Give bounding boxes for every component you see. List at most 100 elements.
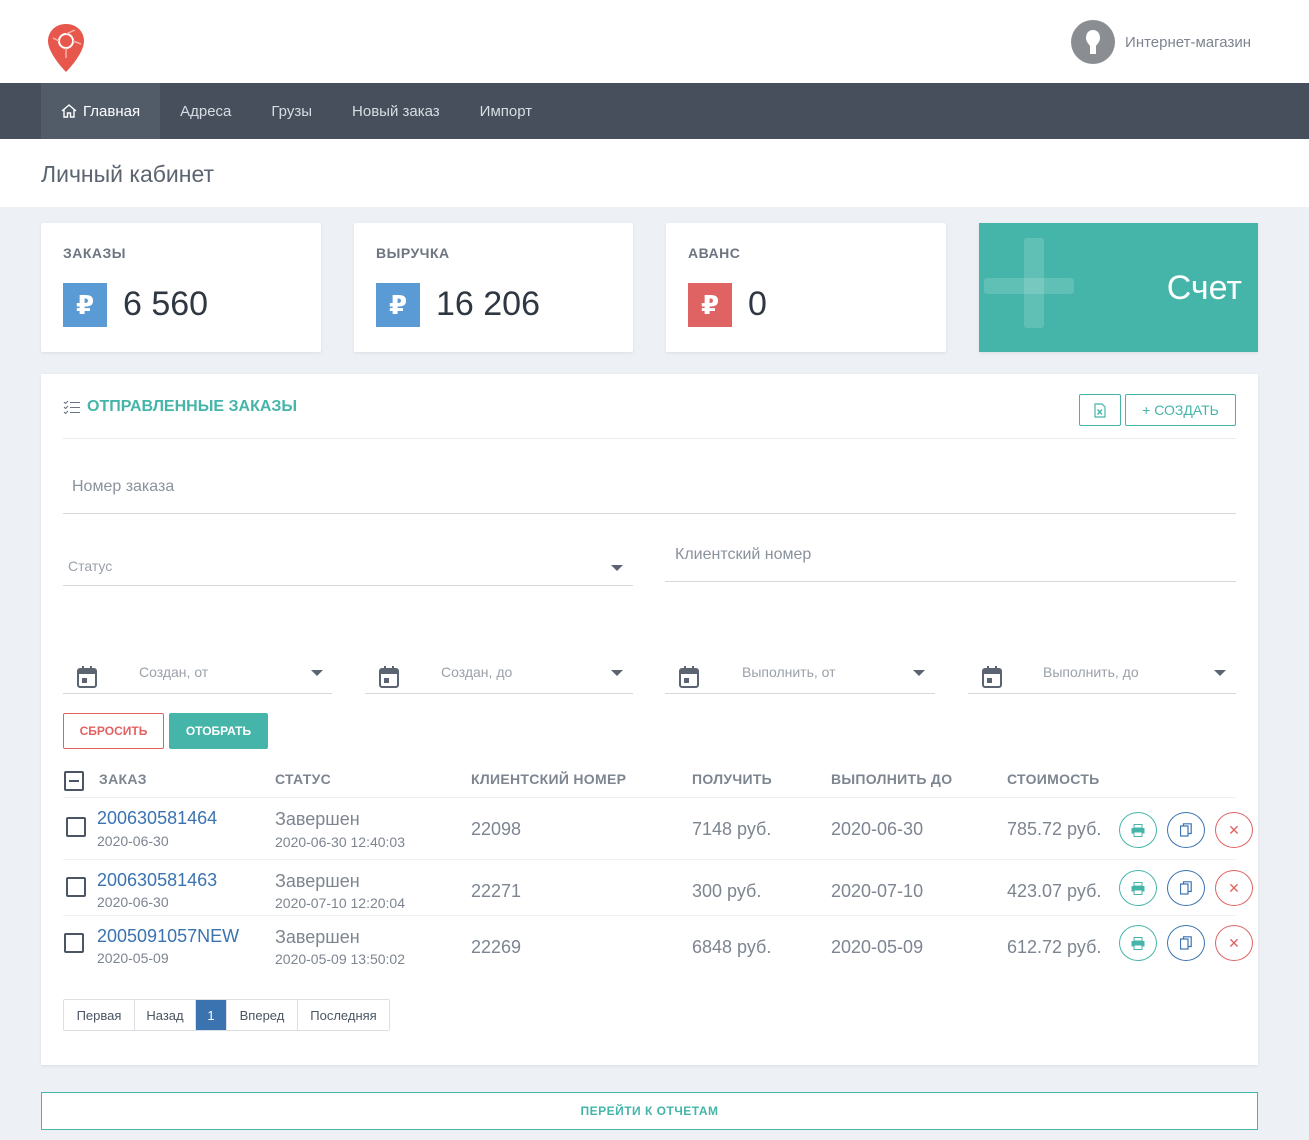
- order-link[interactable]: 200630581464: [97, 808, 217, 829]
- excel-file-icon: [1094, 402, 1106, 418]
- invoice-label: Счет: [1166, 269, 1242, 307]
- checklist-icon: [63, 400, 80, 414]
- export-excel-button[interactable]: [1079, 394, 1121, 426]
- client-number-input[interactable]: Клиентский номер: [665, 534, 1236, 582]
- delete-button[interactable]: ✕: [1215, 925, 1253, 961]
- page-prev-button[interactable]: Назад: [135, 1000, 196, 1030]
- orders-card-value: 6 560: [123, 285, 209, 323]
- order-cost: 612.72 руб.: [1007, 937, 1102, 957]
- column-header-order[interactable]: ЗАКАЗ: [99, 771, 147, 787]
- print-button[interactable]: [1119, 812, 1157, 848]
- nav-item-home[interactable]: Главная: [41, 83, 161, 139]
- revenue-card-value: 16 206: [436, 285, 540, 323]
- nav-item-import[interactable]: Импорт: [460, 83, 552, 139]
- column-header-cost[interactable]: СТОИМОСТЬ: [1007, 771, 1100, 787]
- created-from-date[interactable]: Создан, от: [63, 654, 332, 694]
- created-to-date[interactable]: Создан, до: [365, 654, 633, 694]
- delete-button[interactable]: ✕: [1215, 870, 1253, 906]
- page-last-button[interactable]: Последняя: [298, 1000, 389, 1030]
- page-first-button[interactable]: Первая: [64, 1000, 135, 1030]
- user-name[interactable]: Интернет-магазин: [1125, 34, 1251, 51]
- copy-button[interactable]: [1167, 870, 1205, 906]
- order-link[interactable]: 2005091057NEW: [97, 926, 239, 947]
- chevron-down-icon: [311, 670, 323, 676]
- page-current-button[interactable]: 1: [196, 1000, 227, 1030]
- status-select[interactable]: Статус: [63, 544, 633, 586]
- divider: [63, 438, 1236, 439]
- advance-card: АВАНС ₽ 0: [666, 223, 946, 352]
- printer-icon: [1131, 823, 1145, 837]
- order-status-time: 2020-05-09 13:50:02: [275, 951, 405, 967]
- copy-button[interactable]: [1167, 925, 1205, 961]
- divider: [63, 859, 1236, 860]
- nav-item-label: Грузы: [271, 102, 313, 120]
- receive-amount: 7148 руб.: [692, 819, 772, 839]
- due-date: 2020-05-09: [831, 937, 924, 957]
- divider: [63, 797, 1236, 798]
- column-header-client-number[interactable]: КЛИЕНТСКИЙ НОМЕР: [471, 771, 626, 787]
- create-order-button[interactable]: + СОЗДАТЬ: [1125, 394, 1236, 426]
- order-date: 2020-06-30: [97, 894, 169, 910]
- receive-amount: 300 руб.: [692, 881, 762, 901]
- delete-button[interactable]: ✕: [1215, 812, 1253, 848]
- due-date: 2020-07-10: [831, 881, 924, 901]
- user-icon: [1086, 30, 1101, 54]
- calendar-icon: [77, 666, 97, 688]
- client-number: 22098: [471, 819, 522, 839]
- order-status-time: 2020-07-10 12:20:04: [275, 895, 405, 911]
- print-button[interactable]: [1119, 925, 1157, 961]
- page-next-button[interactable]: Вперед: [227, 1000, 298, 1030]
- nav-item-label: Главная: [83, 102, 141, 120]
- close-icon: ✕: [1228, 821, 1240, 838]
- created-from-placeholder: Создан, от: [139, 664, 209, 680]
- due-to-placeholder: Выполнить, до: [1043, 664, 1139, 680]
- print-button[interactable]: [1119, 870, 1157, 906]
- column-header-status[interactable]: СТАТУС: [275, 771, 331, 787]
- due-from-date[interactable]: Выполнить, от: [665, 654, 935, 694]
- revenue-card: ВЫРУЧКА ₽ 16 206: [354, 223, 633, 352]
- logo-icon[interactable]: [45, 22, 87, 74]
- avatar[interactable]: [1071, 20, 1116, 64]
- order-link[interactable]: 200630581463: [97, 870, 217, 891]
- go-to-reports-button[interactable]: ПЕРЕЙТИ К ОТЧЕТАМ: [41, 1092, 1258, 1130]
- sent-orders-panel: ОТПРАВЛЕННЫЕ ЗАКАЗЫ + СОЗДАТЬ Номер зака…: [41, 374, 1258, 1065]
- order-number-placeholder: Номер заказа: [72, 478, 175, 495]
- copy-button[interactable]: [1167, 812, 1205, 848]
- nav-item-label: Новый заказ: [352, 102, 440, 120]
- client-number: 22269: [471, 937, 522, 957]
- close-icon: ✕: [1228, 879, 1240, 896]
- order-status: Завершен: [275, 809, 360, 829]
- invoice-card-button[interactable]: Счет: [979, 223, 1258, 352]
- apply-filter-button[interactable]: ОТОБРАТЬ: [169, 713, 268, 749]
- copy-icon: [1180, 881, 1192, 895]
- due-to-date[interactable]: Выполнить, до: [968, 654, 1236, 694]
- receive-amount: 6848 руб.: [692, 937, 772, 957]
- ruble-icon: ₽: [63, 283, 107, 327]
- order-cost: 423.07 руб.: [1007, 881, 1102, 901]
- main-nav: Главная Адреса Грузы Новый заказ Импорт: [0, 83, 1309, 139]
- calendar-icon: [379, 666, 399, 688]
- ruble-icon: ₽: [688, 283, 732, 327]
- row-checkbox[interactable]: [66, 817, 86, 837]
- column-header-due[interactable]: ВЫПОЛНИТЬ ДО: [831, 771, 952, 787]
- order-status-time: 2020-06-30 12:40:03: [275, 834, 405, 850]
- nav-item-label: Адреса: [180, 102, 232, 120]
- order-status: Завершен: [275, 871, 360, 891]
- row-checkbox[interactable]: [66, 877, 86, 897]
- chevron-down-icon: [913, 670, 925, 676]
- row-checkbox[interactable]: [64, 933, 84, 953]
- user-menu[interactable]: Интернет-магазин: [1071, 20, 1251, 64]
- order-number-input[interactable]: Номер заказа: [63, 464, 1236, 514]
- nav-item-label: Импорт: [479, 102, 533, 120]
- order-date: 2020-06-30: [97, 833, 169, 849]
- nav-item-addresses[interactable]: Адреса: [160, 83, 251, 139]
- due-from-placeholder: Выполнить, от: [742, 664, 836, 680]
- advance-card-label: АВАНС: [688, 245, 741, 261]
- nav-item-cargo[interactable]: Грузы: [251, 83, 332, 139]
- nav-item-new-order[interactable]: Новый заказ: [332, 83, 460, 139]
- plus-icon-bar: [984, 278, 1074, 294]
- orders-card-label: ЗАКАЗЫ: [63, 245, 127, 261]
- reset-button[interactable]: СБРОСИТЬ: [63, 713, 164, 749]
- select-all-checkbox[interactable]: [64, 771, 84, 791]
- column-header-receive[interactable]: ПОЛУЧИТЬ: [692, 771, 772, 787]
